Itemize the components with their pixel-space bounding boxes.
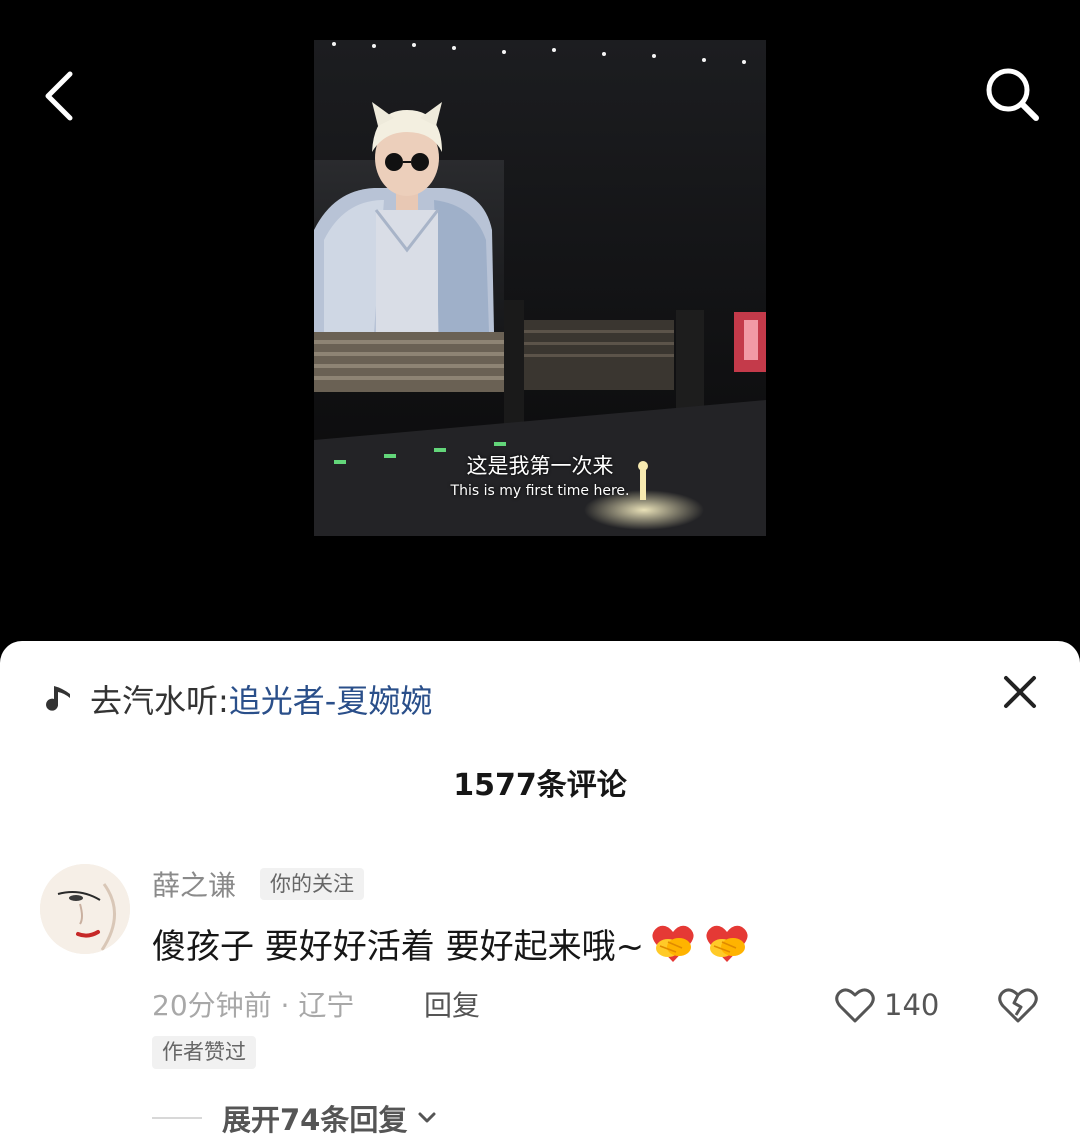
comment-username[interactable]: 薛之谦 [152, 864, 236, 904]
divider [152, 1117, 202, 1119]
heart-hands-emoji [706, 925, 748, 962]
back-button[interactable] [30, 60, 90, 130]
reply-button[interactable]: 回复 [424, 984, 480, 1024]
video-frame[interactable]: 这是我第一次来 This is my first time here. [314, 40, 766, 536]
dislike-button[interactable] [996, 983, 1040, 1027]
music-link-prefix: 去汽水听: [90, 682, 229, 720]
music-link-row[interactable]: 去汽水听: 追光者-夏婉婉 [44, 674, 432, 724]
video-viewer: 这是我第一次来 This is my first time here. [0, 0, 1080, 645]
like-button[interactable]: 140 [834, 983, 939, 1027]
search-button[interactable] [978, 60, 1048, 130]
comment-count: 1577条评论 [453, 768, 627, 803]
heart-outline-icon [835, 988, 875, 1023]
follow-badge: 你的关注 [260, 868, 364, 900]
chevron-left-icon [45, 71, 73, 121]
comment-text: 傻孩子 要好好活着 要好起来哦~ [152, 926, 645, 967]
heart-hands-emoji [652, 925, 694, 962]
broken-heart-icon [998, 988, 1038, 1023]
music-note-icon [46, 686, 70, 711]
chevron-down-icon [418, 1112, 436, 1123]
comment-body: 傻孩子 要好好活着 要好起来哦~ [152, 918, 752, 968]
search-icon [986, 68, 1039, 121]
author-liked-badge: 作者赞过 [152, 1036, 256, 1069]
avatar-image [40, 864, 130, 954]
subtitle-english: This is my first time here. [450, 483, 630, 499]
music-track-link[interactable]: 追光者-夏婉婉 [229, 676, 433, 722]
close-icon [1004, 676, 1036, 708]
like-count: 140 [884, 988, 940, 1022]
subtitle-chinese: 这是我第一次来 [466, 454, 614, 478]
comment-meta: 20分钟前 · 辽宁 [152, 989, 355, 1022]
avatar[interactable] [40, 864, 130, 954]
expand-replies-label: 展开74条回复 [222, 1103, 408, 1137]
close-button[interactable] [1000, 672, 1040, 712]
expand-replies-button[interactable]: 展开74条回复 [152, 1096, 439, 1140]
